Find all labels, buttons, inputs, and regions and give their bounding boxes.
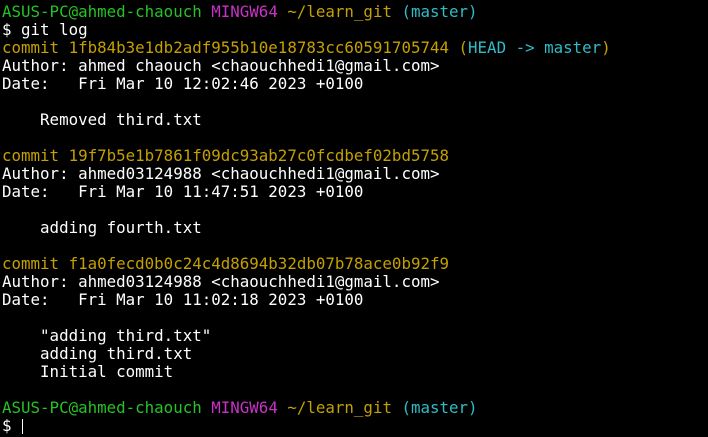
prompt-branch: (master) xyxy=(401,2,478,21)
commit-author: Author: ahmed chaouch <chaouchhedi1@gmai… xyxy=(2,56,440,75)
commit-date: Date: Fri Mar 10 12:02:46 2023 +0100 xyxy=(2,74,364,93)
commit-date: Date: Fri Mar 10 11:02:18 2023 +0100 xyxy=(2,290,364,309)
prompt-path: ~/learn_git xyxy=(287,398,392,417)
commit-author: Author: ahmed03124988 <chaouchhedi1@gmai… xyxy=(2,272,440,291)
commit-hash-line: commit 1fb84b3e1db2adf955b10e18783cc6059… xyxy=(2,39,706,57)
commit-message-line: "adding third.txt" xyxy=(2,326,212,345)
input-line[interactable]: $ xyxy=(2,417,706,435)
prompt-line: ASUS-PC@ahmed-chaouch MINGW64 ~/learn_gi… xyxy=(2,399,706,417)
commit-date: Date: Fri Mar 10 11:47:51 2023 +0100 xyxy=(2,182,364,201)
terminal-window[interactable]: ASUS-PC@ahmed-chaouch MINGW64 ~/learn_gi… xyxy=(2,3,706,435)
prompt-path: ~/learn_git xyxy=(287,2,392,21)
prompt-line: ASUS-PC@ahmed-chaouch MINGW64 ~/learn_gi… xyxy=(2,3,706,21)
commit-hash: commit f1a0fecd0b0c24c4d8694b32db07b78ac… xyxy=(2,254,449,273)
prompt-branch: (master) xyxy=(401,398,478,417)
input-prompt-symbol: $ xyxy=(2,416,22,435)
commit-message-line: Initial commit xyxy=(2,362,174,381)
commit-author: Author: ahmed03124988 <chaouchhedi1@gmai… xyxy=(2,164,440,183)
ref-open-paren: ( xyxy=(458,38,469,57)
prompt-user-host: ASUS-PC@ahmed-chaouch xyxy=(2,2,202,21)
commit-hash: commit 19f7b5e1b7861f09dc93ab27c0fcdbef0… xyxy=(2,146,449,165)
command-line: $ git log xyxy=(2,20,88,39)
head-ref: HEAD -> master xyxy=(468,38,602,57)
commit-hash: commit 1fb84b3e1db2adf955b10e18783cc6059… xyxy=(2,38,449,57)
commit-message-line: adding fourth.txt xyxy=(2,218,202,237)
ref-close-paren: ) xyxy=(601,38,611,57)
prompt-shell: MINGW64 xyxy=(211,2,278,21)
text-cursor[interactable] xyxy=(22,419,31,434)
commit-message-line: adding third.txt xyxy=(2,344,193,363)
prompt-user-host: ASUS-PC@ahmed-chaouch xyxy=(2,398,202,417)
prompt-shell: MINGW64 xyxy=(211,398,278,417)
commit-message-line: Removed third.txt xyxy=(2,110,202,129)
